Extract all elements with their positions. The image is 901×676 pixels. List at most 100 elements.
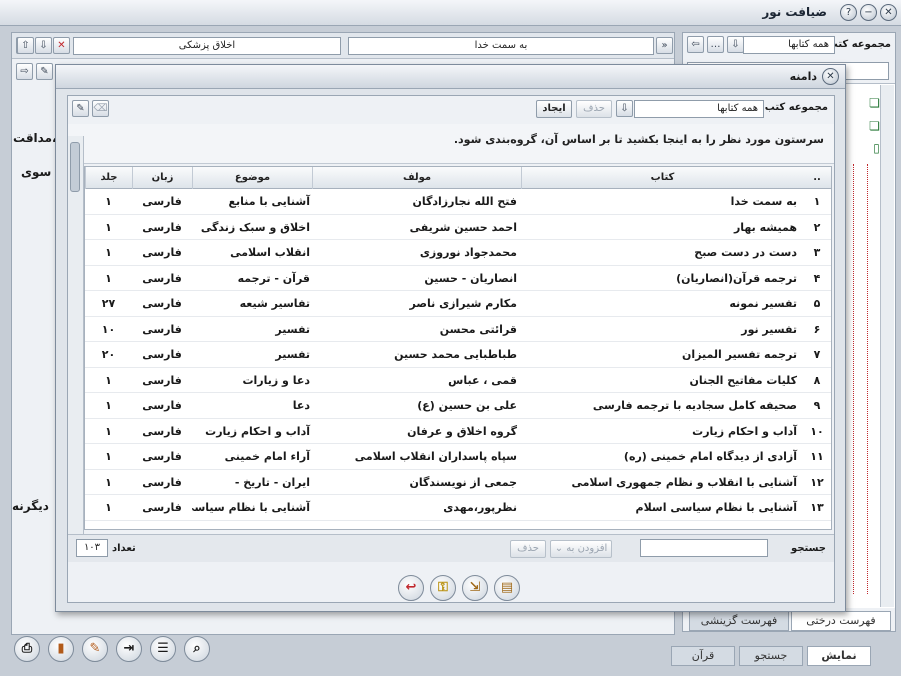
row-number: ۵ xyxy=(813,297,821,310)
row-language: فارسی xyxy=(142,195,182,208)
col-header-author[interactable]: مولف xyxy=(312,167,521,189)
row-book: آداب و احکام زیارت xyxy=(692,424,797,438)
wrench-icon[interactable]: ✎ xyxy=(72,100,89,117)
close-doc-icon[interactable]: ✕ xyxy=(53,37,70,54)
bottom-bar: ⎙ ▮ ✎ ⇥ ☰ ⌕ نمایش جستجو قرآن xyxy=(0,636,901,676)
col-header-volume[interactable]: جلد xyxy=(85,167,132,189)
row-volume: ۱ xyxy=(105,475,112,489)
collection-select[interactable]: همه کتابها xyxy=(634,100,764,118)
row-book: به سمت خدا xyxy=(730,195,797,208)
collection-label: مجموعه کتب xyxy=(764,102,828,113)
tree-connector xyxy=(853,164,854,594)
row-author: سپاه پاسداران انقلاب اسلامی xyxy=(354,450,517,463)
nav-forward-icon[interactable]: » xyxy=(656,37,673,54)
row-volume: ۱ xyxy=(105,195,112,208)
table-row[interactable]: ۱۳ آشنایی با نظام سیاسی اسلام نظرپور،مهدی آ… xyxy=(85,495,831,521)
row-number: ۱۲ xyxy=(810,475,824,489)
edit-icon[interactable]: ✎ xyxy=(82,636,108,662)
export-icon[interactable]: ⇥ xyxy=(116,636,142,662)
row-author: انصاریان - حسین xyxy=(424,271,517,285)
chevron-down-icon[interactable]: ⇩ xyxy=(727,36,744,53)
wrench-icon[interactable]: ✎ xyxy=(36,63,53,80)
table-row[interactable]: ۸ کلیات مفاتیح الجنان قمی ، عباس دعا و زیار… xyxy=(85,368,831,393)
row-author: طباطبایی محمد حسین xyxy=(394,348,517,361)
scrollbar-thumb[interactable] xyxy=(70,142,80,192)
tree-connector xyxy=(867,164,868,594)
delete-collection-button[interactable]: حذف xyxy=(576,100,612,118)
eraser-icon[interactable]: ⌫ xyxy=(92,100,109,117)
table-row[interactable]: ۹ صحیفه کامل سجادیه با ترجمه فارسی علی بن … xyxy=(85,393,831,419)
key-icon[interactable]: ⚿ xyxy=(430,575,456,601)
tab-quran[interactable]: قرآن xyxy=(671,646,735,666)
print-icon[interactable]: ⎙ xyxy=(14,636,40,662)
doc-text-2: سوی xyxy=(21,165,52,179)
row-language: فارسی xyxy=(142,450,182,463)
minimize-icon[interactable]: − xyxy=(860,4,877,21)
close-icon[interactable]: ✕ xyxy=(880,4,897,21)
row-subject: آشنایی با نظام سیاسی xyxy=(192,501,310,514)
table-row[interactable]: ۱۰ آداب و احکام زیارت گروه اخلاق و عرفان آد… xyxy=(85,419,831,444)
row-book: آزادی از دیدگاه امام خمینی (ره) xyxy=(623,450,797,463)
quick-search-input[interactable]: به سمت خدا xyxy=(348,37,654,55)
book-icon[interactable]: ▮ xyxy=(48,636,74,662)
tab-tree-list[interactable]: فهرست درختی xyxy=(791,611,891,631)
search-label: جستجو xyxy=(791,543,826,554)
col-header-book[interactable]: کتاب xyxy=(521,167,803,189)
row-number: ۳ xyxy=(813,246,821,259)
more-icon[interactable]: … xyxy=(707,36,724,53)
row-author: مکارم شیرازی ناصر xyxy=(409,297,517,310)
row-subject: آراء امام خمینی xyxy=(224,450,310,463)
row-volume: ۱ xyxy=(105,271,112,285)
row-subject: تفاسیر شیعه xyxy=(239,297,310,310)
table-row[interactable]: ۵ تفسیر نمونه مکارم شیرازی ناصر تفاسیر شیعه… xyxy=(85,291,831,317)
library-collection-select[interactable]: همه کتابها xyxy=(743,36,835,54)
dialog-search-bar: جستجو ⌄ افزودن به حذف تعداد ۱۰۳ xyxy=(68,534,834,562)
dialog-search-input[interactable] xyxy=(640,539,768,557)
back-icon[interactable]: ↩ xyxy=(398,575,424,601)
scroll-down-icon[interactable]: ⇩ xyxy=(35,37,52,54)
tab-search[interactable]: جستجو xyxy=(739,646,803,666)
help-icon[interactable]: ? xyxy=(840,4,857,21)
col-header-subject[interactable]: موضوع xyxy=(192,167,312,189)
row-subject: تفسیر xyxy=(275,322,310,336)
export-doc-icon[interactable]: ⇲ xyxy=(462,575,488,601)
layout-icon[interactable]: ☰ xyxy=(150,636,176,662)
dialog-title-bar: ✕ دامنه xyxy=(56,65,845,89)
dropdown-arrow-icon[interactable]: ⇩ xyxy=(616,100,633,117)
row-number: ۷ xyxy=(813,348,821,361)
table-row[interactable]: ۳ دست در دست صبح محمدجواد نوروزی انقلاب اسل… xyxy=(85,240,831,266)
row-book: کلیات مفاتیح الجنان xyxy=(689,373,797,387)
add-to-button[interactable]: ⌄ افزودن به xyxy=(550,540,612,558)
table-row[interactable]: ۶ تفسیر نور قرائتی محسن تفسیر فارسی ۱۰ xyxy=(85,317,831,342)
row-volume: ۱ xyxy=(105,424,112,438)
table-row[interactable]: ۲ همیشه بهار احمد حسین شریفی اخلاق و سبک زن… xyxy=(85,215,831,240)
dialog-scrollbar[interactable] xyxy=(68,136,84,556)
scroll-up-icon[interactable]: ⇧ xyxy=(17,37,34,54)
create-collection-button[interactable]: ایجاد xyxy=(536,100,572,118)
table-row[interactable]: ۱۲ آشنایی با انقلاب و نظام جمهوری اسلامی ج… xyxy=(85,470,831,495)
row-author: احمد حسین شریفی xyxy=(409,220,517,234)
row-author: فتح الله نجارزادگان xyxy=(412,195,517,208)
row-language: فارسی xyxy=(142,322,182,336)
arrow-left-icon[interactable]: ⇦ xyxy=(687,36,704,53)
dialog-close-icon[interactable]: ✕ xyxy=(822,68,839,85)
row-subject: ایران - تاریخ - xyxy=(234,475,310,489)
tab-display[interactable]: نمایش xyxy=(807,646,871,666)
library-scrollbar[interactable] xyxy=(880,85,894,607)
table-row[interactable]: ۷ ترجمه تفسیر المیزان طباطبایی محمد حسین تف… xyxy=(85,342,831,368)
tab-select-list[interactable]: فهرست گزینشی xyxy=(689,611,789,631)
table-row[interactable]: ۴ ترجمه قرآن(انصاریان) انصاریان - حسین قرآن… xyxy=(85,266,831,291)
search-icon[interactable]: ⌕ xyxy=(184,636,210,662)
col-header-num[interactable]: .. xyxy=(803,167,831,189)
row-number: ۹ xyxy=(813,399,821,412)
document-icon[interactable]: ▤ xyxy=(494,575,520,601)
remove-button[interactable]: حذف xyxy=(510,540,546,558)
row-volume: ۱ xyxy=(105,220,112,234)
arrow-right-icon[interactable]: ⇨ xyxy=(16,63,33,80)
row-language: فارسی xyxy=(142,501,182,514)
row-subject: قرآن - ترجمه xyxy=(237,271,310,285)
document-name-field[interactable]: اخلاق پزشکی xyxy=(73,37,341,55)
table-row[interactable]: ۱۱ آزادی از دیدگاه امام خمینی (ره) سپاه پا… xyxy=(85,444,831,470)
table-row[interactable]: ۱ به سمت خدا فتح الله نجارزادگان آشنایی با … xyxy=(85,189,831,215)
col-header-language[interactable]: زبان xyxy=(132,167,192,189)
